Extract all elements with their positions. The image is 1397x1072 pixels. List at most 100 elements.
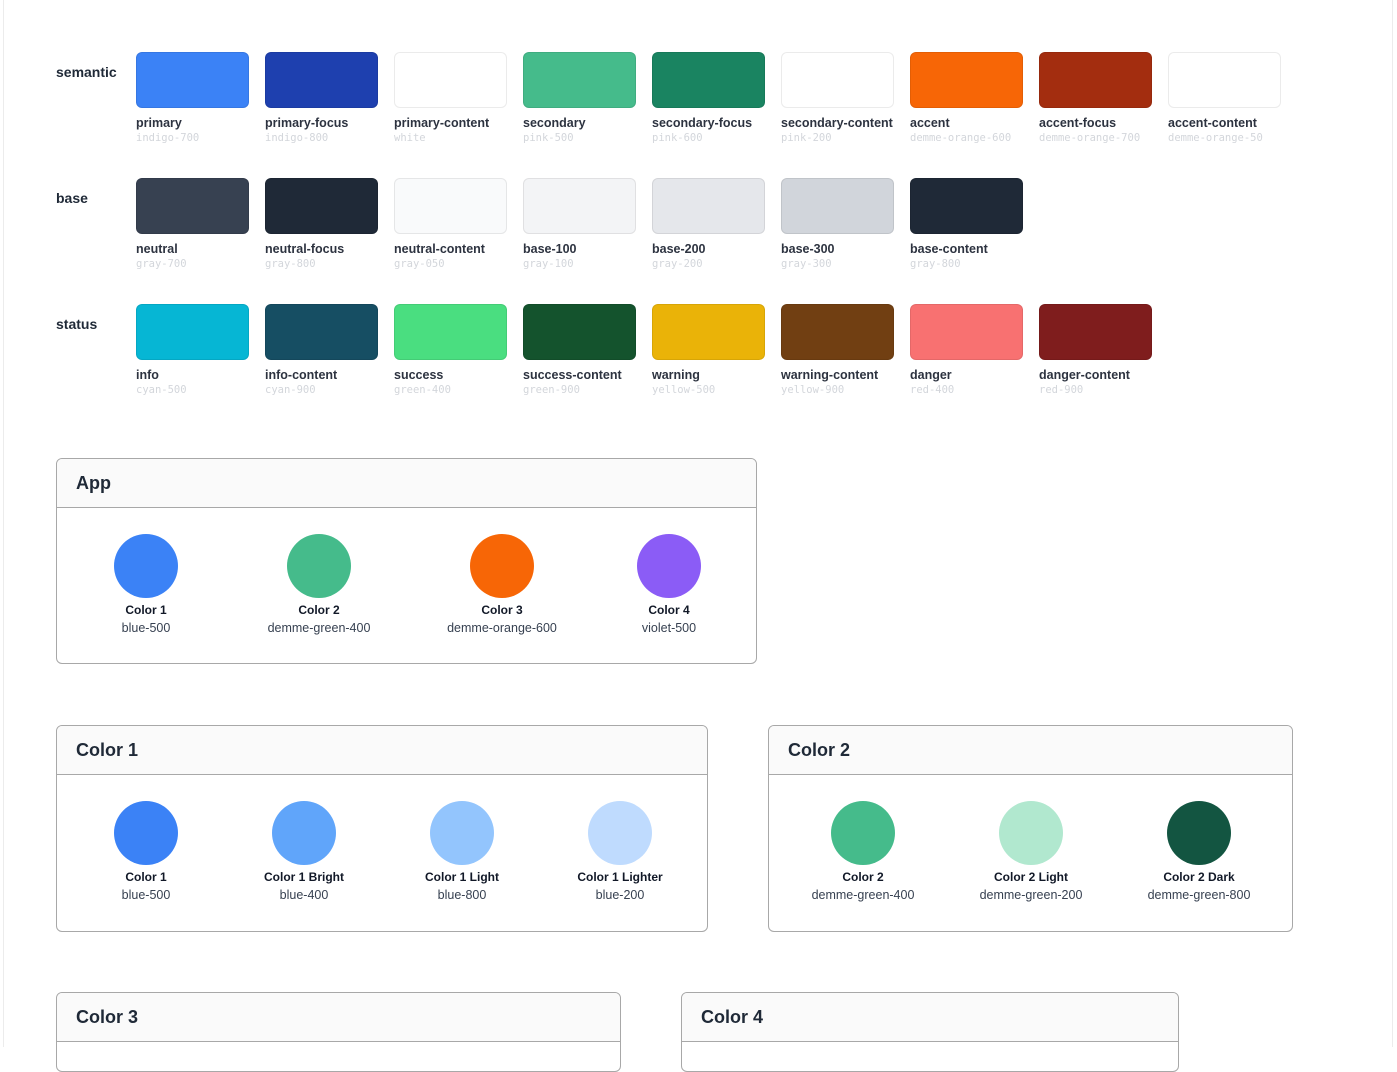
color-swatch: Color 2 demme-green-400 bbox=[788, 801, 938, 902]
color-circle bbox=[831, 801, 895, 865]
swatch-name: secondary-focus bbox=[652, 116, 753, 130]
color-token: blue-400 bbox=[279, 888, 329, 902]
swatch-color-box bbox=[910, 304, 1023, 360]
swatch-token: gray-800 bbox=[265, 258, 316, 270]
swatch-token: cyan-900 bbox=[265, 384, 316, 396]
swatch-token: yellow-900 bbox=[781, 384, 845, 396]
swatch-secondary-content: secondary-content pink-200 bbox=[781, 52, 894, 144]
swatch-token: indigo-800 bbox=[265, 132, 329, 144]
color-token: blue-500 bbox=[121, 888, 171, 902]
card-header: Color 1 bbox=[57, 726, 707, 775]
swatch-color-box bbox=[652, 304, 765, 360]
color-token: demme-orange-600 bbox=[447, 621, 557, 635]
color-token: blue-200 bbox=[595, 888, 645, 902]
swatch-name: warning-content bbox=[781, 368, 879, 382]
card-header: Color 3 bbox=[57, 993, 620, 1042]
swatch-warning: warning yellow-500 bbox=[652, 304, 765, 396]
swatch-token: green-900 bbox=[523, 384, 580, 396]
swatch-success-content: success-content green-900 bbox=[523, 304, 636, 396]
swatch-name: neutral bbox=[136, 242, 178, 256]
swatch-color-box bbox=[652, 178, 765, 234]
color-swatch: Color 2 Light demme-green-200 bbox=[956, 801, 1106, 902]
group-label-status: status bbox=[56, 316, 98, 332]
swatch-token: demme-orange-600 bbox=[910, 132, 1012, 144]
swatch-token: gray-700 bbox=[136, 258, 187, 270]
card-color-2: Color 2 Color 2 demme-green-400 Color 2 Li… bbox=[768, 725, 1293, 932]
swatch-base-100: base-100 gray-100 bbox=[523, 178, 636, 270]
color-swatch: Color 1 Lighter blue-200 bbox=[545, 801, 695, 902]
swatch-token: green-400 bbox=[394, 384, 451, 396]
color-name: Color 2 Dark bbox=[1163, 870, 1235, 884]
color-swatch: Color 1 Light blue-800 bbox=[387, 801, 537, 902]
color-swatch: Color 2 demme-green-400 bbox=[244, 534, 394, 635]
color-name: Color 4 bbox=[648, 603, 690, 617]
card-title: Color 1 bbox=[76, 739, 139, 760]
color-swatch: Color 2 Dark demme-green-800 bbox=[1124, 801, 1274, 902]
swatch-name: base-300 bbox=[781, 242, 835, 256]
color-name: Color 2 bbox=[298, 603, 340, 617]
color-name: Color 1 bbox=[125, 603, 167, 617]
color-circle bbox=[430, 801, 494, 865]
color-name: Color 2 bbox=[842, 870, 884, 884]
swatch-name: base-200 bbox=[652, 242, 706, 256]
swatch-name: accent-focus bbox=[1039, 116, 1117, 130]
swatch-info-content: info-content cyan-900 bbox=[265, 304, 378, 396]
swatch-color-box bbox=[265, 52, 378, 108]
swatch-token: gray-050 bbox=[394, 258, 445, 270]
swatch-success: success green-400 bbox=[394, 304, 507, 396]
swatch-color-box bbox=[394, 52, 507, 108]
color-circle bbox=[1167, 801, 1231, 865]
color-circle bbox=[588, 801, 652, 865]
swatch-name: success bbox=[394, 368, 444, 382]
swatch-neutral-content: neutral-content gray-050 bbox=[394, 178, 507, 270]
swatch-color-box bbox=[1168, 52, 1281, 108]
color-circle bbox=[470, 534, 534, 598]
swatch-color-box bbox=[1039, 52, 1152, 108]
swatch-color-box bbox=[394, 178, 507, 234]
swatch-token: red-900 bbox=[1039, 384, 1084, 396]
swatch-token: pink-500 bbox=[523, 132, 574, 144]
color-circle bbox=[287, 534, 351, 598]
card-title: App bbox=[76, 472, 111, 493]
swatch-name: primary-content bbox=[394, 116, 490, 130]
swatch-primary: primary indigo-700 bbox=[136, 52, 249, 144]
swatch-color-box bbox=[394, 304, 507, 360]
swatch-accent-content: accent-content demme-orange-50 bbox=[1168, 52, 1281, 144]
card-color-4: Color 4 bbox=[681, 992, 1179, 1072]
swatch-color-box bbox=[523, 304, 636, 360]
swatch-color-box bbox=[136, 178, 249, 234]
card-title: Color 2 bbox=[788, 739, 851, 760]
swatch-name: accent bbox=[910, 116, 950, 130]
swatch-danger-content: danger-content red-900 bbox=[1039, 304, 1152, 396]
swatch-name: danger bbox=[910, 368, 952, 382]
color-name: Color 1 Light bbox=[425, 870, 499, 884]
swatch-token: indigo-700 bbox=[136, 132, 200, 144]
card-app: App Color 1 blue-500 Color 2 demme-green-40… bbox=[56, 458, 757, 664]
color-swatch: Color 1 blue-500 bbox=[71, 801, 221, 902]
color-swatch: Color 3 demme-orange-600 bbox=[427, 534, 577, 635]
color-name: Color 1 Lighter bbox=[577, 870, 663, 884]
color-name: Color 1 bbox=[125, 870, 167, 884]
swatch-token: pink-200 bbox=[781, 132, 832, 144]
swatch-name: accent-content bbox=[1168, 116, 1257, 130]
color-circle bbox=[272, 801, 336, 865]
swatch-color-box bbox=[781, 178, 894, 234]
color-token: demme-green-400 bbox=[267, 621, 371, 635]
swatch-name: secondary-content bbox=[781, 116, 893, 130]
color-swatch: Color 1 blue-500 bbox=[71, 534, 221, 635]
swatch-token: demme-orange-50 bbox=[1168, 132, 1263, 144]
swatch-name: warning bbox=[652, 368, 700, 382]
color-circle bbox=[637, 534, 701, 598]
swatch-token: yellow-500 bbox=[652, 384, 716, 396]
card-title: Color 4 bbox=[701, 1006, 764, 1027]
color-swatch: Color 1 Bright blue-400 bbox=[229, 801, 379, 902]
swatch-color-box bbox=[1039, 304, 1152, 360]
color-name: Color 2 Light bbox=[994, 870, 1068, 884]
page-border-left bbox=[3, 0, 4, 1047]
swatch-name: primary-focus bbox=[265, 116, 349, 130]
card-title: Color 3 bbox=[76, 1006, 139, 1027]
swatch-color-box bbox=[781, 304, 894, 360]
swatch-base-200: base-200 gray-200 bbox=[652, 178, 765, 270]
color-token: violet-500 bbox=[641, 621, 697, 635]
card-color-3: Color 3 bbox=[56, 992, 621, 1072]
